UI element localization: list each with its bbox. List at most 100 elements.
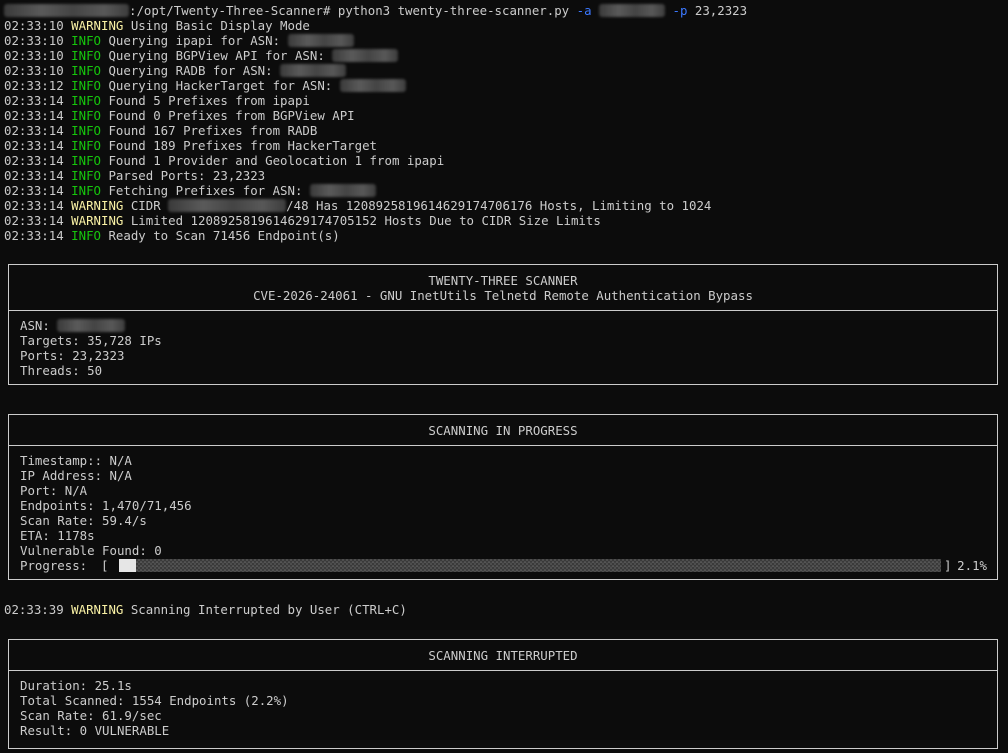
- log-message: Scanning Interrupted by User (CTRL+C): [130, 602, 407, 617]
- log-line: 02:33:10 WARNING Using Basic Display Mod…: [4, 18, 310, 33]
- progress-bracket-open: [: [101, 558, 109, 573]
- log-message: Querying BGPView API for ASN:: [108, 48, 325, 63]
- vulnerable-row: Vulnerable Found: 0: [20, 543, 162, 558]
- log-message: CIDR: [130, 198, 161, 213]
- interrupt-log-line: 02:33:39 WARNING Scanning Interrupted by…: [4, 602, 407, 617]
- log-line: 02:33:10 INFO Querying ipapi for ASN:: [4, 33, 354, 48]
- progress-header: SCANNING IN PROGRESS: [9, 415, 997, 446]
- redacted-asn: [339, 79, 406, 92]
- log-timestamp: 02:33:14: [4, 198, 64, 213]
- log-level: WARNING: [71, 602, 124, 617]
- banner-body: ASN: Targets: 35,728 IPs Ports: 23,2323 …: [9, 311, 997, 378]
- log-message: Found 5 Prefixes from ipapi: [108, 93, 310, 108]
- log-timestamp: 02:33:10: [4, 33, 64, 48]
- redacted-asn: [280, 64, 347, 77]
- log-timestamp: 02:33:10: [4, 63, 64, 78]
- log-level: INFO: [71, 93, 101, 108]
- progress-title: SCANNING IN PROGRESS: [428, 423, 578, 438]
- log-timestamp: 02:33:14: [4, 123, 64, 138]
- banner-header: TWENTY-THREE SCANNER CVE-2026-24061 - GN…: [9, 265, 997, 311]
- redacted-asn: [309, 184, 376, 197]
- timestamp-row: Timestamp:: N/A: [20, 453, 132, 468]
- targets-row: Targets: 35,728 IPs: [20, 333, 162, 348]
- command-line: :/opt/Twenty-Three-Scanner# python3 twen…: [4, 3, 747, 18]
- log-timestamp: 02:33:14: [4, 183, 64, 198]
- eta-row: ETA: 1178s: [20, 528, 95, 543]
- progress-row: Progress: [ ] 2.1%: [20, 558, 997, 573]
- ports-row: Ports: 23,2323: [20, 348, 125, 363]
- log-message: Limited 1208925819614629174705152 Hosts …: [130, 213, 601, 228]
- asn-flag: -a: [576, 3, 592, 18]
- redacted-asn: [332, 49, 399, 62]
- log-level: INFO: [71, 168, 101, 183]
- log-timestamp: 02:33:14: [4, 168, 64, 183]
- log-message: Found 0 Prefixes from BGPView API: [108, 108, 355, 123]
- summary-panel: SCANNING INTERRUPTED Duration: 25.1s Tot…: [8, 639, 998, 749]
- banner-subtitle: CVE-2026-24061 - GNU InetUtils Telnetd R…: [253, 288, 753, 303]
- log-level: INFO: [71, 123, 101, 138]
- log-line: 02:33:14 INFO Found 0 Prefixes from BGPV…: [4, 108, 355, 123]
- log-message: Using Basic Display Mode: [130, 18, 310, 33]
- threads-row: Threads: 50: [20, 363, 103, 378]
- result-row: Result: 0 VULNERABLE: [20, 723, 170, 738]
- redacted-user-host: [4, 4, 129, 17]
- ports-flag: -p: [672, 3, 688, 18]
- log-timestamp: 02:33:14: [4, 93, 64, 108]
- log-timestamp: 02:33:14: [4, 108, 64, 123]
- log-timestamp: 02:33:39: [4, 602, 64, 617]
- log-line: 02:33:14 INFO Found 189 Prefixes from Ha…: [4, 138, 377, 153]
- progress-bar: [119, 559, 941, 572]
- log-level: WARNING: [71, 18, 124, 33]
- redacted-cidr: [168, 199, 287, 212]
- log-message: Querying HackerTarget for ASN:: [108, 78, 333, 93]
- log-line: 02:33:14 WARNING CIDR /48 Has 1208925819…: [4, 198, 711, 213]
- log-timestamp: 02:33:14: [4, 213, 64, 228]
- log-level: INFO: [71, 78, 101, 93]
- log-message: Found 167 Prefixes from RADB: [108, 123, 318, 138]
- log-line: 02:33:14 INFO Parsed Ports: 23,2323: [4, 168, 265, 183]
- log-level: INFO: [71, 108, 101, 123]
- log-line: 02:33:10 INFO Querying BGPView API for A…: [4, 48, 399, 63]
- prompt-path: :/opt/Twenty-Three-Scanner#: [129, 3, 331, 18]
- log-timestamp: 02:33:14: [4, 228, 64, 243]
- log-line: 02:33:14 WARNING Limited 120892581961462…: [4, 213, 601, 228]
- endpoints-row: Endpoints: 1,470/71,456: [20, 498, 192, 513]
- log-level: INFO: [71, 228, 101, 243]
- summary-header: SCANNING INTERRUPTED: [9, 640, 997, 671]
- log-timestamp: 02:33:12: [4, 78, 64, 93]
- log-line: 02:33:14 INFO Found 167 Prefixes from RA…: [4, 123, 317, 138]
- log-line: 02:33:12 INFO Querying HackerTarget for …: [4, 78, 406, 93]
- log-message: Querying RADB for ASN:: [108, 63, 273, 78]
- duration-row: Duration: 25.1s: [20, 678, 132, 693]
- log-line: 02:33:10 INFO Querying RADB for ASN:: [4, 63, 347, 78]
- log-message: Parsed Ports: 23,2323: [108, 168, 266, 183]
- summary-title: SCANNING INTERRUPTED: [428, 648, 578, 663]
- total-scanned-row: Total Scanned: 1554 Endpoints (2.2%): [20, 693, 289, 708]
- log-level: INFO: [71, 48, 101, 63]
- redacted-asn: [57, 319, 126, 332]
- asn-row: ASN:: [20, 318, 997, 333]
- progress-label: Progress:: [20, 558, 88, 573]
- log-message: Querying ipapi for ASN:: [108, 33, 281, 48]
- log-level: INFO: [71, 63, 101, 78]
- log-timestamp: 02:33:14: [4, 153, 64, 168]
- log-level: WARNING: [71, 213, 124, 228]
- log-timestamp: 02:33:10: [4, 18, 64, 33]
- log-line: 02:33:14 INFO Found 1 Provider and Geolo…: [4, 153, 444, 168]
- log-message: Fetching Prefixes for ASN:: [108, 183, 303, 198]
- log-level: WARNING: [71, 198, 124, 213]
- log-message: Found 1 Provider and Geolocation 1 from …: [108, 153, 445, 168]
- summary-body: Duration: 25.1s Total Scanned: 1554 Endp…: [9, 671, 997, 738]
- log-line: 02:33:14 INFO Ready to Scan 71456 Endpoi…: [4, 228, 340, 243]
- log-line: 02:33:14 INFO Fetching Prefixes for ASN:: [4, 183, 376, 198]
- ports-arg: 23,2323: [694, 3, 748, 18]
- log-level: INFO: [71, 153, 101, 168]
- summary-scan-rate-row: Scan Rate: 61.9/sec: [20, 708, 162, 723]
- asn-label: ASN:: [20, 318, 50, 333]
- log-message-tail: /48 Has 1208925819614629174706176 Hosts,…: [286, 198, 712, 213]
- port-row: Port: N/A: [20, 483, 88, 498]
- progress-body: Timestamp:: N/A IP Address: N/A Port: N/…: [9, 446, 997, 573]
- log-message: Ready to Scan 71456 Endpoint(s): [108, 228, 340, 243]
- progress-bracket-close: ]: [944, 558, 952, 573]
- log-message: Found 189 Prefixes from HackerTarget: [108, 138, 378, 153]
